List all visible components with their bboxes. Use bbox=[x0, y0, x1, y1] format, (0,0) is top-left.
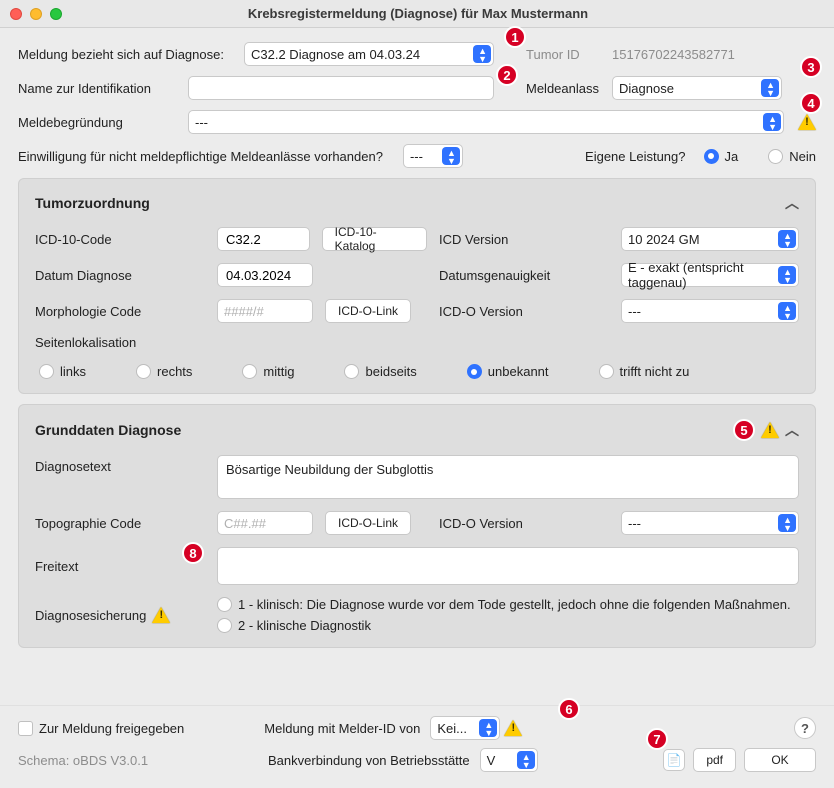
annotation-6: 6 bbox=[558, 698, 580, 720]
diagnosetext-area[interactable]: Bösartige Neubildung der Subglottis bbox=[217, 455, 799, 499]
annotation-2: 2 bbox=[496, 64, 518, 86]
annotation-5: 5 bbox=[733, 419, 755, 441]
schema-label: Schema: oBDS V3.0.1 bbox=[18, 753, 218, 768]
radio-ja[interactable]: Ja bbox=[704, 149, 739, 164]
icdversion-label: ICD Version bbox=[439, 232, 609, 247]
meldebegruendung-label: Meldebegründung bbox=[18, 115, 178, 130]
morph-input[interactable]: ####/# bbox=[217, 299, 313, 323]
icdversion-select[interactable]: 10 2024 GM▲▼ bbox=[621, 227, 799, 251]
einwilligung-label: Einwilligung für nicht meldepflichtige M… bbox=[18, 149, 383, 164]
bankverbindung-label: Bankverbindung von Betriebsstätte bbox=[268, 753, 470, 768]
tumor-id-value: 15176702243582771 bbox=[612, 47, 735, 62]
freitext-area[interactable]: 8 bbox=[217, 547, 799, 585]
icdo-version-select[interactable]: ---▲▼ bbox=[621, 299, 799, 323]
radio-nein[interactable]: Nein bbox=[768, 149, 816, 164]
diagnose-ref-select[interactable]: C32.2 Diagnose am 04.03.24 ▲▼ bbox=[244, 42, 494, 66]
tumor-id-label: Tumor ID bbox=[526, 47, 602, 62]
warning-icon bbox=[504, 720, 522, 736]
annotation-7: 7 bbox=[646, 728, 668, 750]
datum-label: Datum Diagnose bbox=[35, 268, 205, 283]
icdo-version-label: ICD-O Version bbox=[439, 304, 609, 319]
radio-links[interactable]: links bbox=[39, 364, 86, 379]
radio-rechts[interactable]: rechts bbox=[136, 364, 192, 379]
panel-grunddaten: Grunddaten Diagnose 5 ︿ Diagnosetext Bös… bbox=[18, 404, 816, 648]
datum-input[interactable] bbox=[217, 263, 313, 287]
meldebegruendung-select[interactable]: --- ▲▼ bbox=[188, 110, 784, 134]
warning-icon bbox=[152, 607, 170, 623]
pdf-button[interactable]: pdf bbox=[693, 748, 736, 772]
annotation-8: 8 bbox=[182, 542, 204, 564]
name-label: Name zur Identifikation bbox=[18, 81, 178, 96]
panel-grund-title: Grunddaten Diagnose bbox=[35, 422, 181, 438]
diagnosesicherung-label: Diagnosesicherung bbox=[35, 608, 146, 623]
document-icon[interactable]: 📄 bbox=[663, 749, 685, 771]
bankverbindung-select[interactable]: V▲▼ bbox=[480, 748, 538, 772]
genauigkeit-select[interactable]: E - exakt (entspricht taggenau)▲▼ bbox=[621, 263, 799, 287]
warning-icon bbox=[798, 114, 816, 130]
einwilligung-select[interactable]: --- ▲▼ bbox=[403, 144, 463, 168]
minimize-icon[interactable] bbox=[30, 8, 42, 20]
icd10-label: ICD-10-Code bbox=[35, 232, 205, 247]
titlebar: Krebsregistermeldung (Diagnose) für Max … bbox=[0, 0, 834, 28]
icdo-version-label-2: ICD-O Version bbox=[439, 516, 609, 531]
radio-unbekannt[interactable]: unbekannt bbox=[467, 364, 549, 379]
icdo-version-select-2[interactable]: ---▲▼ bbox=[621, 511, 799, 535]
name-input[interactable] bbox=[188, 76, 494, 100]
diagnosetext-label: Diagnosetext bbox=[35, 455, 205, 474]
zoom-icon[interactable] bbox=[50, 8, 62, 20]
ok-button[interactable]: OK bbox=[744, 748, 816, 772]
window-controls bbox=[10, 8, 62, 20]
melder-label: Meldung mit Melder-ID von bbox=[264, 721, 420, 736]
help-button[interactable]: ? bbox=[794, 717, 816, 739]
panel-tumor-title: Tumorzuordnung bbox=[35, 195, 150, 211]
annotation-3: 3 bbox=[800, 56, 822, 78]
window-title: Krebsregistermeldung (Diagnose) für Max … bbox=[72, 6, 824, 21]
eigene-leistung-label: Eigene Leistung? bbox=[585, 149, 685, 164]
topographie-input[interactable]: C##.## bbox=[217, 511, 313, 535]
freitext-label: Freitext bbox=[35, 559, 78, 574]
radio-sicherung-2[interactable]: 2 - klinische Diagnostik bbox=[217, 618, 799, 633]
panel-tumorzuordnung: Tumorzuordnung ︿ ICD-10-Code ICD-10-Kata… bbox=[18, 178, 816, 394]
melder-select[interactable]: Kei...▲▼ bbox=[430, 716, 500, 740]
genauigkeit-label: Datumsgenauigkeit bbox=[439, 268, 609, 283]
close-icon[interactable] bbox=[10, 8, 22, 20]
meldeanlass-select[interactable]: Diagnose ▲▼ bbox=[612, 76, 782, 100]
radio-beidseits[interactable]: beidseits bbox=[344, 364, 416, 379]
seitenlokalisation-label: Seitenlokalisation bbox=[35, 335, 205, 350]
morph-label: Morphologie Code bbox=[35, 304, 205, 319]
annotation-1: 1 bbox=[504, 26, 526, 48]
icd10-katalog-button[interactable]: ICD-10-Katalog bbox=[322, 227, 427, 251]
icd10-input[interactable] bbox=[217, 227, 310, 251]
annotation-4: 4 bbox=[800, 92, 822, 114]
warning-icon bbox=[761, 422, 779, 438]
freigabe-checkbox[interactable] bbox=[18, 721, 33, 736]
radio-mittig[interactable]: mittig bbox=[242, 364, 294, 379]
collapse-chevron-icon[interactable]: ︿ bbox=[785, 193, 799, 213]
topographie-label: Topographie Code bbox=[35, 516, 205, 531]
bottom-bar: Zur Meldung freigegeben Meldung mit Meld… bbox=[0, 705, 834, 788]
diagnose-ref-label: Meldung bezieht sich auf Diagnose: bbox=[18, 47, 234, 62]
meldeanlass-label: Meldeanlass bbox=[526, 81, 602, 96]
icdo-link-button[interactable]: ICD-O-Link bbox=[325, 299, 411, 323]
freigabe-label: Zur Meldung freigegeben bbox=[39, 721, 184, 736]
collapse-chevron-icon[interactable]: ︿ bbox=[785, 420, 799, 440]
icdo-link-button-2[interactable]: ICD-O-Link bbox=[325, 511, 411, 535]
radio-sicherung-1[interactable]: 1 - klinisch: Die Diagnose wurde vor dem… bbox=[217, 597, 799, 612]
radio-trifft-nicht-zu[interactable]: trifft nicht zu bbox=[599, 364, 690, 379]
